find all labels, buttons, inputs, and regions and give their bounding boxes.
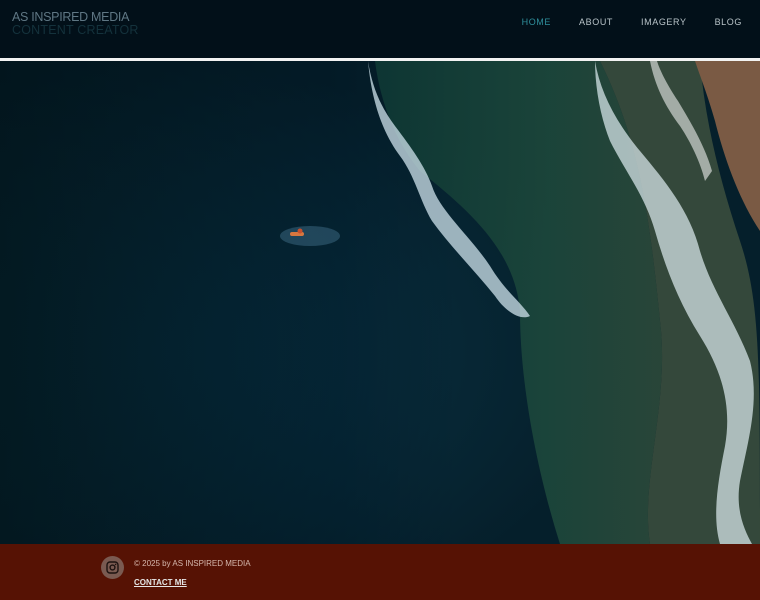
page: AS INSPIRED MEDIA CONTENT CREATOR HOME A… (0, 0, 760, 600)
brand-logo[interactable]: AS INSPIRED MEDIA CONTENT CREATOR (12, 11, 139, 37)
contact-link[interactable]: CONTACT ME (134, 578, 187, 587)
aerial-ocean-photo (0, 61, 760, 544)
site-footer: © 2025 by AS INSPIRED MEDIA CONTACT ME (0, 544, 760, 600)
main-nav: HOME ABOUT IMAGERY BLOG (494, 17, 742, 27)
copyright-text: © 2025 by AS INSPIRED MEDIA (134, 559, 251, 568)
instagram-icon (106, 561, 119, 574)
nav-item-home[interactable]: HOME (522, 17, 551, 27)
nav-item-about[interactable]: ABOUT (579, 17, 613, 27)
nav-item-blog[interactable]: BLOG (715, 17, 742, 27)
instagram-link[interactable] (101, 556, 124, 579)
nav-item-imagery[interactable]: IMAGERY (641, 17, 687, 27)
site-header: AS INSPIRED MEDIA CONTENT CREATOR HOME A… (0, 0, 760, 58)
hero-image (0, 61, 760, 544)
brand-subtitle: CONTENT CREATOR (12, 23, 139, 37)
